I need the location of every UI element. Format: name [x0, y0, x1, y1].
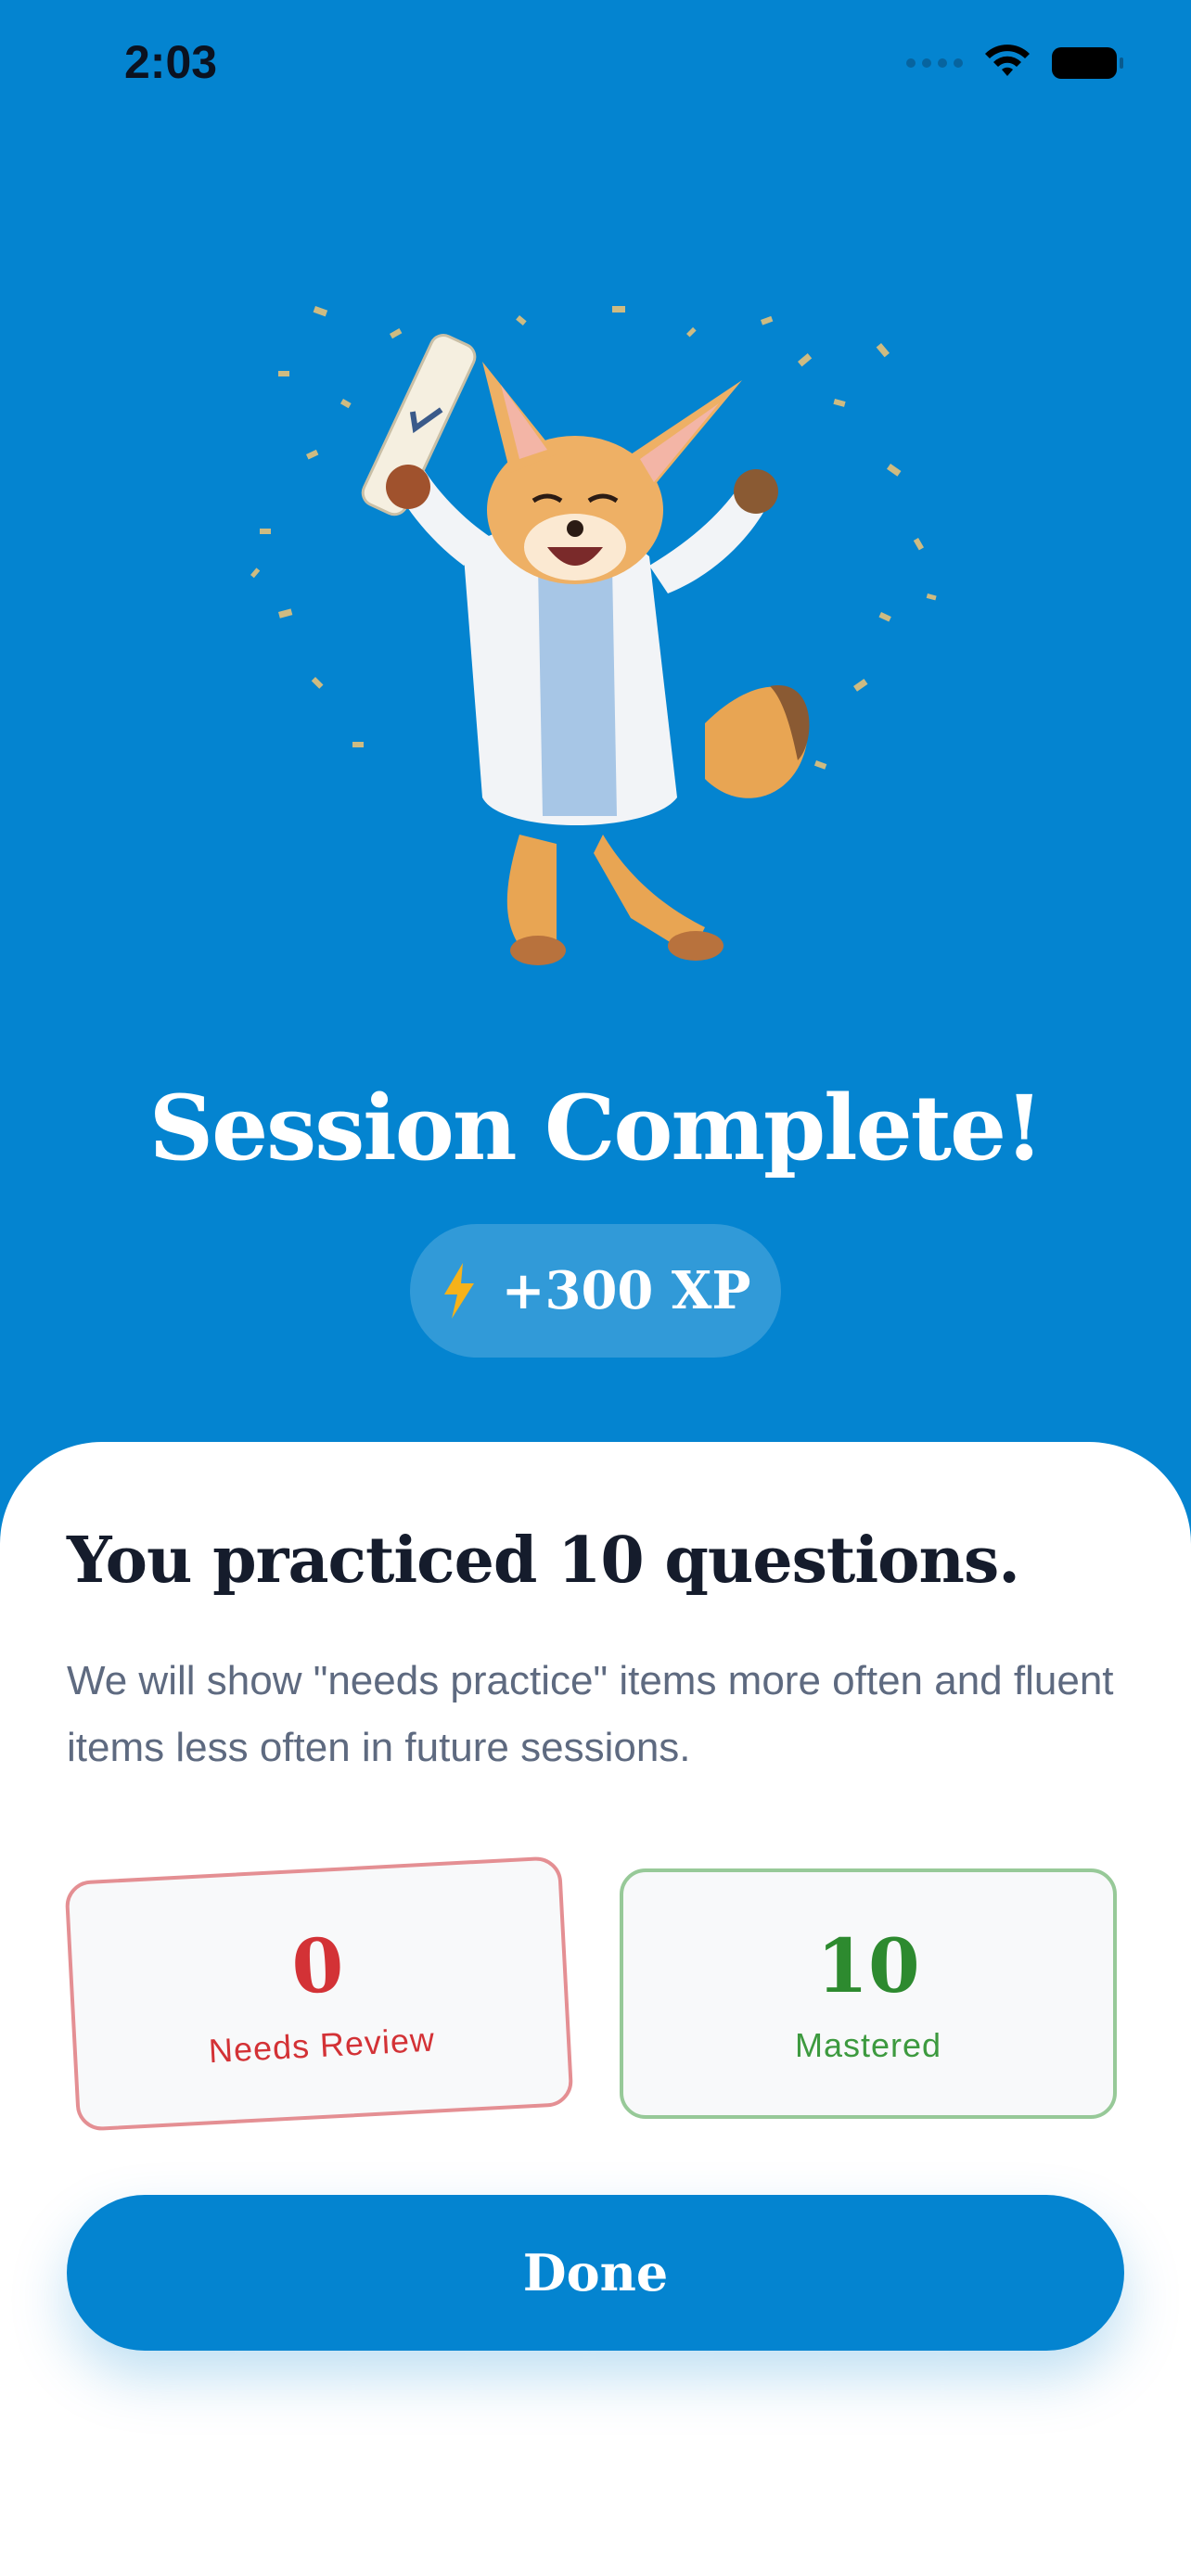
- wifi-icon: [985, 45, 1030, 76]
- lightning-bolt-icon: [443, 1263, 474, 1319]
- mastered-card: 10 Mastered: [620, 1868, 1117, 2119]
- status-time: 2:03: [124, 36, 218, 88]
- needs-review-label: Needs Review: [207, 2020, 436, 2071]
- status-bar: 2:03: [0, 0, 1191, 130]
- session-complete-title: Session Complete!: [148, 1076, 1044, 1180]
- summary-sheet: You practiced 10 questions. We will show…: [0, 1442, 1191, 2576]
- needs-review-count: 0: [289, 1920, 346, 2011]
- xp-badge: +300 XP: [410, 1224, 781, 1358]
- mascot-illustration: [250, 306, 937, 965]
- battery-icon: [1052, 47, 1123, 79]
- mastered-count: 10: [816, 1922, 920, 2009]
- cellular-signal-icon: [906, 58, 963, 68]
- status-icons: [906, 45, 1123, 82]
- needs-review-card: 0 Needs Review: [64, 1855, 574, 2132]
- summary-description: We will show "needs practice" items more…: [67, 1658, 1114, 1770]
- xp-text: +300 XP: [501, 1260, 751, 1321]
- summary-heading: You practiced 10 questions.: [67, 1524, 1020, 1598]
- mastered-label: Mastered: [794, 2026, 942, 2064]
- hero-illustration: [0, 278, 1191, 1020]
- done-button[interactable]: Done: [67, 2195, 1124, 2351]
